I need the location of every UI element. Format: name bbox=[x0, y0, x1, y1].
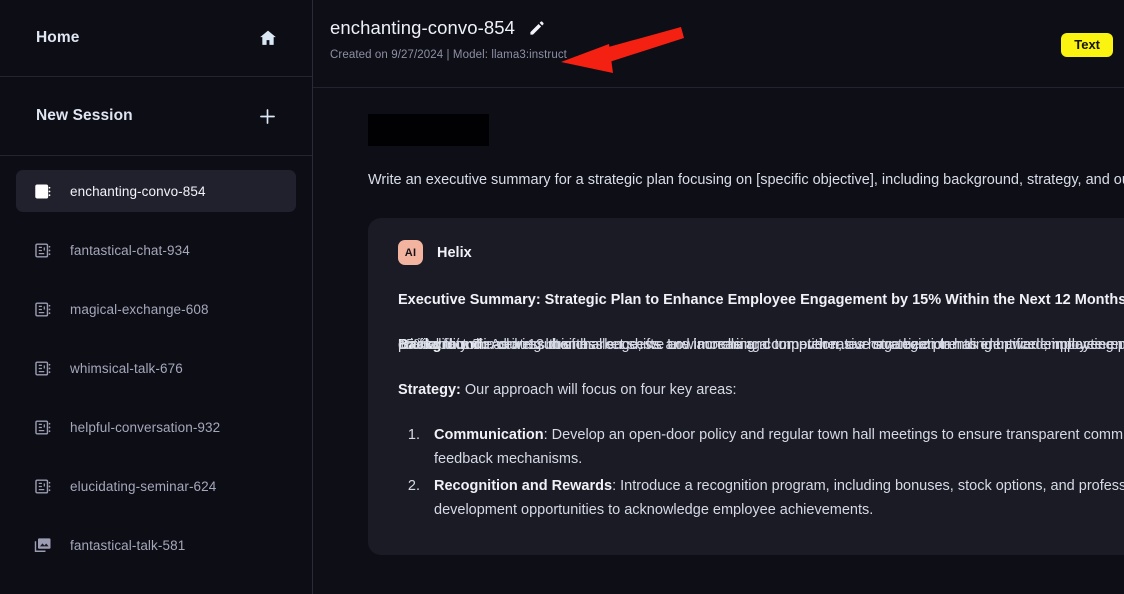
strategy-list: Communication: Develop an open-door poli… bbox=[424, 423, 1124, 522]
redacted-block bbox=[368, 114, 489, 146]
ai-message-header: AI Helix bbox=[398, 240, 1124, 265]
sidebar-item-whimsical-talk-676[interactable]: whimsical-talk-676 bbox=[16, 347, 296, 389]
list-item: Communication: Develop an open-door poli… bbox=[424, 423, 1124, 471]
article-icon bbox=[32, 416, 54, 438]
sidebar-item-label: whimsical-talk-676 bbox=[70, 360, 183, 376]
conversation-header: enchanting-convo-854 Created on 9/27/202… bbox=[313, 0, 1124, 88]
sidebar-item-magical-exchange-608[interactable]: magical-exchange-608 bbox=[16, 288, 296, 330]
article-icon bbox=[32, 475, 54, 497]
avatar: AI bbox=[398, 240, 423, 265]
sidebar-item-fantastical-talk-581[interactable]: fantastical-talk-581 bbox=[16, 524, 296, 566]
strategy-text: Our approach will focus on four key area… bbox=[460, 382, 737, 398]
list-item: Recognition and Rewards: Introduce a rec… bbox=[424, 474, 1124, 522]
chat-scroll-area[interactable]: Write an executive summary for a strateg… bbox=[313, 88, 1124, 594]
sidebar-item-label: fantastical-chat-934 bbox=[70, 242, 190, 258]
sidebar-new-session-label: New Session bbox=[36, 107, 133, 124]
sidebar-item-helpful-conversation-932[interactable]: helpful-conversation-932 bbox=[16, 406, 296, 448]
article-icon bbox=[32, 298, 54, 320]
status-badge: Text bbox=[1061, 33, 1113, 57]
sidebar-item-label: helpful-conversation-932 bbox=[70, 419, 221, 435]
ai-message-body: Executive Summary: Strategic Plan to Enh… bbox=[398, 288, 1124, 522]
home-icon[interactable] bbox=[258, 28, 278, 48]
background-line-4: 15% within the next 12 months. bbox=[398, 337, 600, 353]
list-item-line-2: feedback mechanisms. bbox=[434, 451, 583, 467]
article-icon bbox=[32, 357, 54, 379]
list-item-term: Recognition and Rewards bbox=[434, 478, 613, 494]
user-message: Write an executive summary for a strateg… bbox=[330, 88, 1124, 192]
ai-message-card: AI Helix Executive Summary: Strategic Pl… bbox=[368, 218, 1124, 555]
ai-strategy-paragraph: Strategy: Our approach will focus on fou… bbox=[398, 378, 1124, 402]
sidebar-item-label: fantastical-talk-581 bbox=[70, 537, 186, 553]
pencil-icon[interactable] bbox=[528, 20, 545, 37]
image-icon bbox=[32, 534, 54, 556]
list-item-line-1: : Develop an open-door policy and regula… bbox=[543, 427, 1124, 443]
sidebar-item-fantastical-chat-934[interactable]: fantastical-chat-934 bbox=[16, 229, 296, 271]
article-icon bbox=[32, 239, 54, 261]
conversation-subtitle: Created on 9/27/2024 | Model: llama3:ins… bbox=[330, 49, 567, 61]
conversation-title-row: enchanting-convo-854 bbox=[330, 17, 1124, 39]
main-panel: enchanting-convo-854 Created on 9/27/202… bbox=[313, 0, 1124, 594]
sidebar-item-label: elucidating-seminar-624 bbox=[70, 478, 217, 494]
sidebar-item-label: magical-exchange-608 bbox=[70, 301, 209, 317]
ai-heading: Executive Summary: Strategic Plan to Enh… bbox=[398, 292, 1124, 308]
user-message-text: Write an executive summary for a strateg… bbox=[368, 172, 1124, 188]
sidebar: Home New Session enchanting-convo-854 fa… bbox=[0, 0, 313, 594]
app-root: Home New Session enchanting-convo-854 fa… bbox=[0, 0, 1124, 594]
list-item-line-1: : Introduce a recognition program, inclu… bbox=[612, 478, 1124, 494]
strategy-label: Strategy: bbox=[398, 382, 461, 398]
article-icon bbox=[32, 180, 54, 202]
ai-assistant-name: Helix bbox=[437, 244, 472, 261]
session-list: enchanting-convo-854 fantastical-chat-93… bbox=[0, 156, 312, 583]
list-item-term: Communication bbox=[434, 427, 544, 443]
sidebar-item-label: enchanting-convo-854 bbox=[70, 183, 206, 199]
sidebar-new-session-button[interactable]: New Session bbox=[0, 77, 312, 156]
sidebar-home-button[interactable]: Home bbox=[0, 0, 312, 77]
page-title: enchanting-convo-854 bbox=[330, 17, 516, 38]
plus-icon[interactable] bbox=[257, 106, 278, 127]
list-item-line-2: development opportunities to acknowledge… bbox=[434, 502, 874, 518]
sidebar-item-enchanting-convo-854[interactable]: enchanting-convo-854 bbox=[16, 170, 296, 212]
sidebar-home-label: Home bbox=[36, 29, 80, 46]
sidebar-item-elucidating-seminar-624[interactable]: elucidating-seminar-624 bbox=[16, 465, 296, 507]
